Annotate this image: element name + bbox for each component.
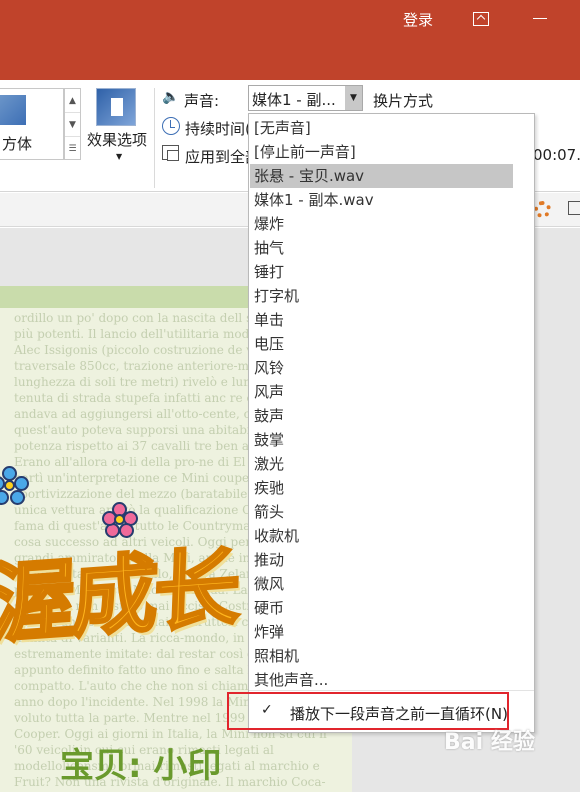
after-time-input[interactable]: 00:07.0 [533, 146, 580, 164]
watermark: Bai 经验 [444, 730, 535, 755]
minimize-icon[interactable] [533, 18, 547, 19]
window-icon[interactable] [568, 201, 580, 215]
speaker-icon: 🔈 [162, 89, 180, 105]
menu-item[interactable]: 照相机 [250, 644, 513, 668]
menu-item[interactable]: 爆炸 [250, 212, 513, 236]
gallery-item-label: 方体 [2, 135, 33, 153]
chevron-down-icon[interactable]: ▼ [116, 152, 122, 161]
effect-options-icon[interactable] [96, 88, 136, 126]
scroll-up-icon[interactable]: ▲ [65, 89, 80, 113]
blue-flower-icon [0, 466, 30, 506]
menu-item[interactable]: 疾驰 [250, 476, 513, 500]
menu-divider [249, 690, 534, 691]
menu-item-no-sound[interactable]: [无声音] [250, 116, 513, 140]
sound-label: 声音: [184, 92, 220, 110]
gallery-more-icon[interactable]: ☰ [65, 137, 80, 161]
sound-dropdown-menu: [无声音] [停止前一声音] 张悬 - 宝贝.wav 媒体1 - 副本.wav … [248, 113, 535, 734]
apply-to-all-button[interactable]: 应用到全部 [185, 146, 248, 167]
ribbon-display-options-icon[interactable] [473, 12, 489, 26]
scroll-down-icon[interactable]: ▼ [65, 113, 80, 137]
menu-item[interactable]: 电压 [250, 332, 513, 356]
menu-item[interactable]: 炸弹 [250, 620, 513, 644]
menu-item[interactable]: 硬币 [250, 596, 513, 620]
menu-item-other-sound[interactable]: 其他声音... [250, 668, 513, 692]
menu-item-selected[interactable]: 张悬 - 宝贝.wav [250, 164, 513, 188]
advance-slide-label: 换片方式 [373, 92, 434, 110]
menu-item-stop-previous-sound[interactable]: [停止前一声音] [250, 140, 513, 164]
menu-item[interactable]: 风铃 [250, 356, 513, 380]
menu-item[interactable]: 鼓掌 [250, 428, 513, 452]
menu-item[interactable]: 微风 [250, 572, 513, 596]
slide-subtitle: 宝贝: 小印 [60, 746, 222, 786]
menu-item[interactable]: 单击 [250, 308, 513, 332]
menu-item[interactable]: 推动 [250, 548, 513, 572]
login-button[interactable]: 登录 [403, 9, 433, 30]
duration-label: 持续时间( [185, 120, 248, 138]
ribbon-divider [154, 88, 155, 188]
slide-title: 渥成长 [0, 537, 240, 657]
clock-icon [162, 117, 180, 135]
chevron-down-icon[interactable]: ▼ [345, 86, 362, 110]
sound-select-value: 媒体1 - 副... [252, 91, 336, 109]
menu-item[interactable]: 风声 [250, 380, 513, 404]
effect-options-button[interactable]: 效果选项 [87, 129, 147, 150]
gallery-scrollbar[interactable]: ▲ ▼ ☰ [64, 88, 81, 160]
cube-transition-icon [0, 95, 26, 125]
transition-gallery[interactable]: 方体 [0, 88, 64, 160]
menu-item[interactable]: 抽气 [250, 236, 513, 260]
title-bar: 登录 [0, 0, 580, 80]
menu-item[interactable]: 锤打 [250, 260, 513, 284]
menu-item[interactable]: 打字机 [250, 284, 513, 308]
menu-item[interactable]: 箭头 [250, 500, 513, 524]
menu-item[interactable]: 激光 [250, 452, 513, 476]
sound-select[interactable]: 媒体1 - 副... ▼ [248, 85, 363, 111]
menu-item[interactable]: 鼓声 [250, 404, 513, 428]
menu-item[interactable]: 媒体1 - 副本.wav [250, 188, 513, 212]
apply-to-all-icon [162, 145, 179, 161]
menu-item[interactable]: 收款机 [250, 524, 513, 548]
gear-icon[interactable] [534, 201, 551, 218]
